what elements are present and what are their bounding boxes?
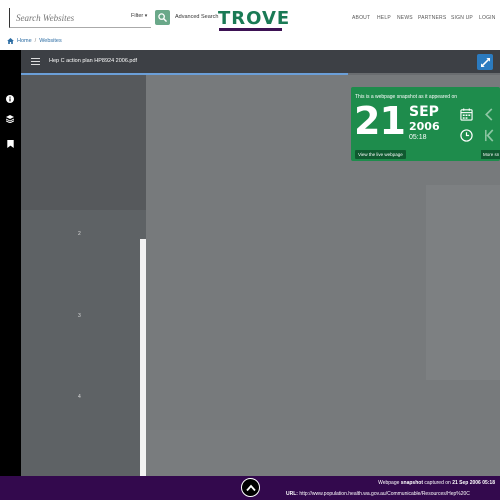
nav-news[interactable]: NEWS (397, 15, 413, 21)
snapshot-month: SEP (409, 104, 439, 120)
expand-button[interactable] (477, 54, 493, 70)
breadcrumb: Home / Websites (7, 38, 62, 44)
nav-login[interactable]: LOGIN (479, 15, 496, 21)
site-header: Filter ▾ Advanced Search TROVE ABOUT HEL… (0, 0, 500, 34)
capture-mid: captured on (423, 480, 453, 486)
thumbnail-page-1[interactable] (21, 75, 146, 210)
search-icon (158, 13, 167, 22)
breadcrumb-separator: / (34, 38, 37, 44)
hamburger-menu-icon[interactable] (31, 58, 40, 65)
capture-word: snapshot (400, 480, 423, 486)
url-label: URL: (286, 491, 298, 497)
snapshot-year: 2006 (409, 120, 440, 133)
nav-about[interactable]: ABOUT (352, 15, 370, 21)
nav-sign-up[interactable]: SIGN UP (451, 15, 473, 21)
first-page-icon[interactable] (482, 128, 496, 142)
nav-help[interactable]: HELP (377, 15, 391, 21)
thumbnail-panel: 2 3 4 (21, 75, 146, 476)
caret-down-icon: ▾ (144, 13, 148, 19)
bookmark-icon[interactable] (5, 139, 15, 149)
nav-partners[interactable]: PARTNERS (418, 15, 446, 21)
filter-label: Filter (131, 13, 144, 19)
url-value[interactable]: http://www.population.health.wa.gov.au/C… (299, 491, 470, 497)
canvas-shade (426, 185, 500, 380)
capture-info: Webpage snapshot captured on 21 Sep 2006… (378, 480, 495, 486)
layers-icon[interactable] (5, 114, 15, 124)
logo-underline (219, 28, 282, 31)
search-box (9, 8, 151, 28)
calendar-icon[interactable] (459, 107, 473, 121)
view-live-webpage-button[interactable]: View the live webpage (355, 150, 406, 159)
capture-url: URL: http://www.population.health.wa.gov… (286, 491, 500, 497)
document-title: Hep C action plan HP8924 2006.pdf (49, 58, 138, 64)
info-icon[interactable] (5, 94, 15, 104)
canvas-shade (146, 430, 500, 476)
home-icon (7, 38, 14, 44)
search-button[interactable] (155, 10, 170, 25)
scroll-up-button[interactable] (241, 478, 260, 497)
filter-dropdown[interactable]: Filter ▾ (131, 13, 147, 19)
breadcrumb-websites[interactable]: Websites (39, 38, 62, 44)
chevron-up-icon (245, 484, 256, 491)
thumbnail-page-number[interactable]: 3 (78, 313, 81, 319)
advanced-search-link[interactable]: Advanced Search (175, 14, 218, 20)
search-input[interactable] (10, 8, 130, 27)
thumbnail-page-number[interactable]: 2 (78, 231, 81, 237)
capture-date: 21 Sep 2006 05:18 (452, 480, 495, 486)
left-tool-rail (0, 50, 21, 476)
snapshot-time: 05:18 (409, 134, 427, 141)
snapshot-day: 21 (354, 99, 406, 143)
trove-webpage-viewer: Filter ▾ Advanced Search TROVE ABOUT HEL… (0, 0, 500, 500)
capture-prefix: Webpage (378, 480, 401, 486)
clock-icon[interactable] (459, 128, 473, 142)
more-snapshots-button[interactable]: More sn (481, 150, 500, 159)
breadcrumb-home[interactable]: Home (17, 38, 32, 44)
chevron-left-icon[interactable] (482, 107, 496, 121)
trove-logo[interactable]: TROVE (218, 8, 291, 32)
viewer-toolbar: Hep C action plan HP8924 2006.pdf (21, 50, 500, 73)
logo-text: TROVE (218, 8, 291, 29)
thumbnail-page-number[interactable]: 4 (78, 394, 81, 400)
expand-icon (480, 57, 490, 67)
snapshot-date-card: This is a webpage snapshot as it appeare… (351, 87, 500, 161)
